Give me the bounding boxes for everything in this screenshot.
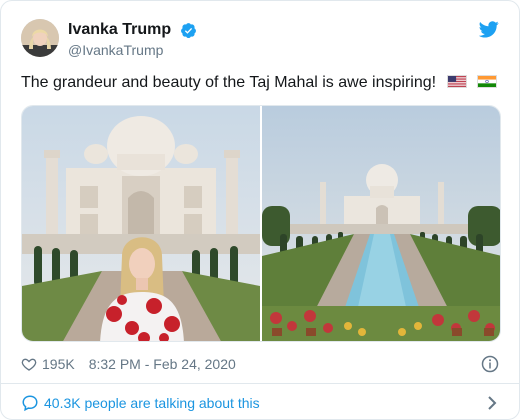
tweet-card: Ivanka Trump @IvankaTrump The grandeur a… [0,0,520,420]
photo-taj-mahal-reflecting-pool[interactable] [262,106,501,342]
tweet-header: Ivanka Trump @IvankaTrump [21,17,499,61]
heart-icon[interactable] [21,356,37,372]
tweet-meta: 195K 8:32 PM - Feb 24, 2020 [21,354,499,374]
info-icon[interactable] [481,355,499,373]
conversation-footer[interactable]: 40.3K people are talking about this [21,392,499,414]
people-talking-link[interactable]: 40.3K people are talking about this [44,395,260,411]
avatar[interactable] [21,19,59,57]
conversation-icon [22,395,38,412]
author-names: Ivanka Trump @IvankaTrump [68,21,197,59]
tweet-timestamp[interactable]: 8:32 PM - Feb 24, 2020 [89,356,236,372]
like-count[interactable]: 195K [42,356,75,372]
display-name[interactable]: Ivanka Trump [68,21,171,39]
tweet-text: The grandeur and beauty of the Taj Mahal… [21,72,499,94]
twitter-bird-icon[interactable] [479,21,499,38]
photo-woman-taj-mahal[interactable] [22,106,260,342]
verified-badge-icon [180,22,196,38]
author-handle[interactable]: @IvankaTrump [68,41,197,59]
tweet-media [21,105,501,342]
india-flag-icon [476,75,497,88]
chevron-right-icon[interactable] [487,395,497,411]
tweet-text-body: The grandeur and beauty of the Taj Mahal… [21,74,437,91]
divider [1,383,519,384]
us-flag-icon [446,75,467,88]
